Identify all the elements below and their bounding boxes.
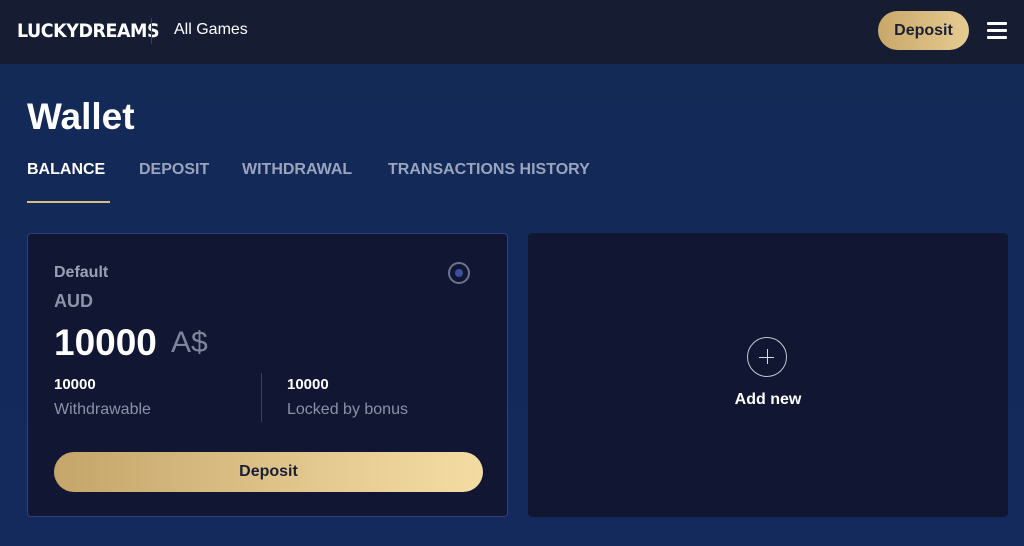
locked-by-bonus-label: Locked by bonus (287, 401, 408, 418)
nav-all-games-link[interactable]: All Games (174, 21, 248, 39)
add-new-label[interactable]: Add new (528, 391, 1008, 409)
wallet-default-label: Default (54, 264, 109, 281)
plus-circle-icon[interactable] (747, 337, 787, 377)
tab-deposit[interactable]: DEPOSIT (139, 161, 209, 179)
top-header: LUCKYDREAMS All Games Deposit (0, 0, 1024, 64)
luckydreams-logo[interactable]: LUCKYDREAMS (17, 20, 160, 42)
tab-withdrawal[interactable]: WITHDRAWAL (242, 161, 352, 179)
menu-bar (987, 36, 1007, 39)
stat-divider (261, 373, 262, 422)
withdrawable-value: 10000 (54, 376, 96, 393)
wallet-card-aud: Default AUD 10000 A$ 10000 Withdrawable … (27, 233, 508, 517)
withdrawable-label: Withdrawable (54, 401, 151, 418)
wallet-currency-symbol: A$ (171, 326, 208, 359)
wallet-balance-amount: 10000 (54, 322, 157, 363)
header-deposit-button[interactable]: Deposit (878, 11, 969, 50)
header-divider (151, 18, 152, 44)
radio-selected-icon[interactable] (448, 262, 470, 284)
wallet-deposit-button[interactable]: Deposit (54, 452, 483, 492)
hamburger-menu-icon[interactable] (987, 22, 1007, 40)
locked-by-bonus-value: 10000 (287, 376, 329, 393)
wallet-currency: AUD (54, 291, 93, 311)
tab-transactions-history[interactable]: TRANSACTIONS HISTORY (388, 161, 590, 179)
page-title: Wallet (27, 96, 135, 137)
tab-balance[interactable]: BALANCE (27, 161, 105, 179)
active-tab-underline (27, 201, 110, 203)
add-new-wallet-card[interactable]: Add new (528, 233, 1008, 517)
menu-bar (987, 29, 1007, 32)
menu-bar (987, 22, 1007, 25)
